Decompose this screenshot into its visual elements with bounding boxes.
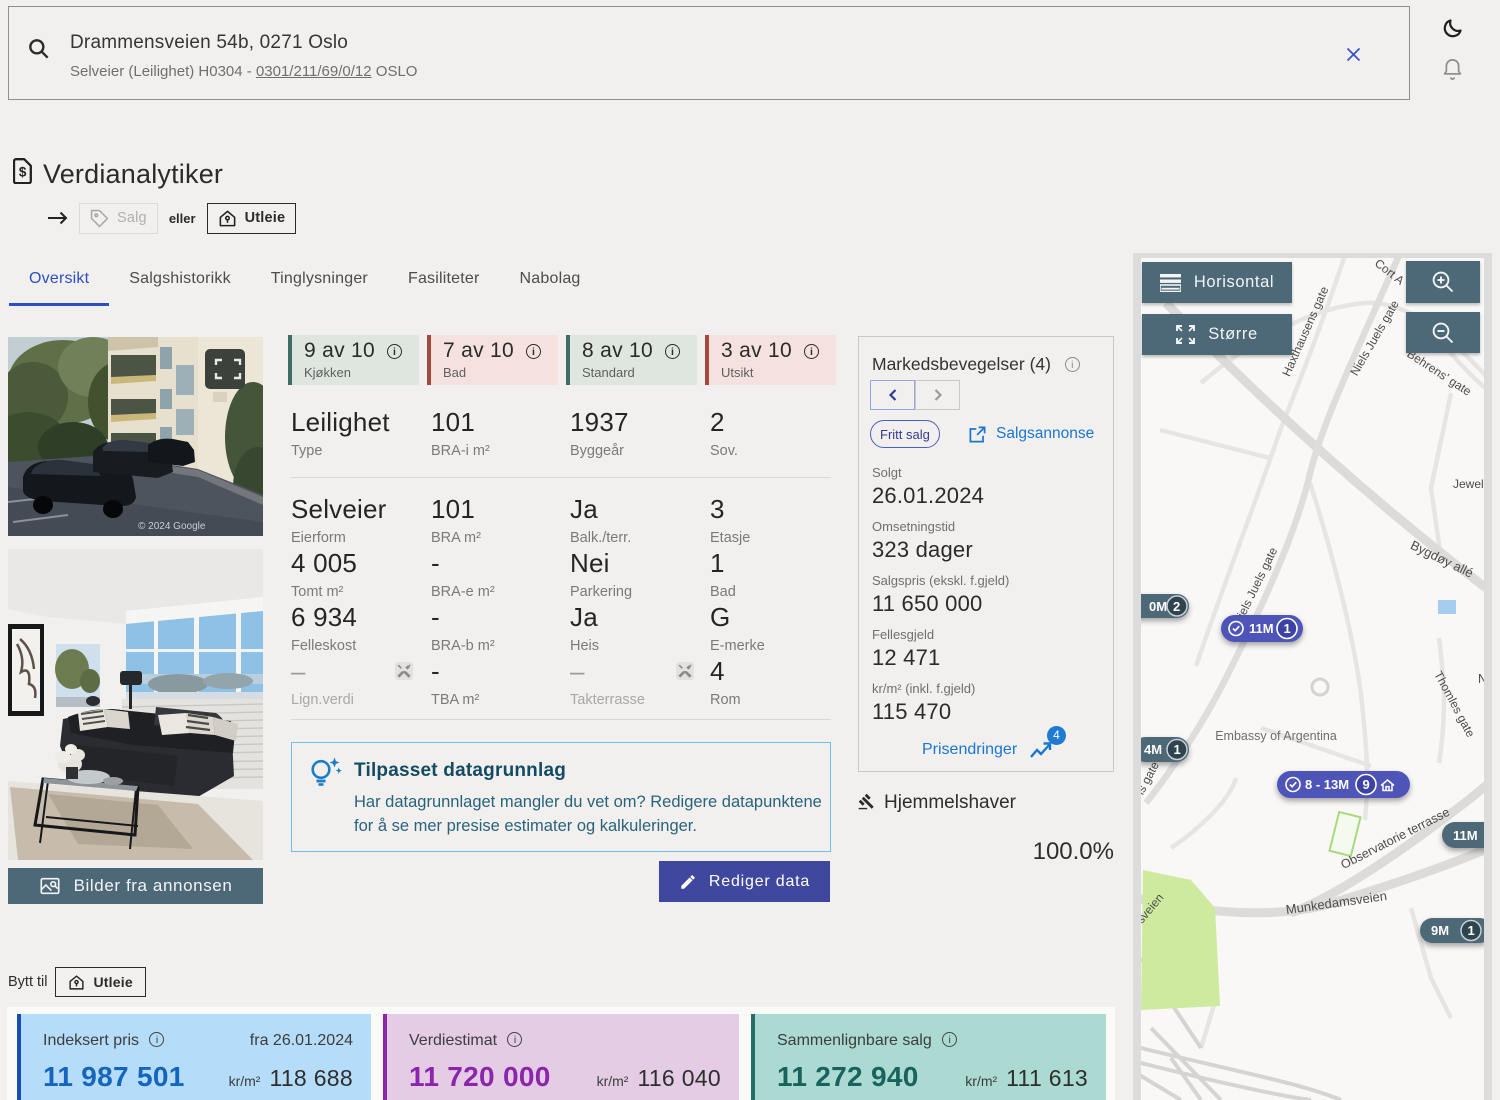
- svg-text:1: 1: [1174, 742, 1181, 757]
- svg-text:$: $: [19, 165, 27, 180]
- svg-text:11M: 11M: [1453, 828, 1478, 843]
- svg-text:9: 9: [1363, 777, 1370, 792]
- svg-text:Embassy of Argentina: Embassy of Argentina: [1215, 729, 1337, 743]
- svg-text:4M: 4M: [1144, 742, 1162, 757]
- svg-text:9M: 9M: [1431, 923, 1449, 938]
- svg-text:2: 2: [1173, 599, 1180, 614]
- svg-text:Jewel of: Jewel of: [1453, 477, 1484, 491]
- svg-text:1: 1: [1468, 923, 1475, 938]
- svg-text:8 - 13M: 8 - 13M: [1305, 777, 1349, 792]
- svg-text:© 2024 Google: © 2024 Google: [138, 521, 206, 532]
- svg-text:N: N: [1478, 672, 1484, 686]
- svg-text:11M: 11M: [1249, 621, 1274, 636]
- svg-text:0M: 0M: [1149, 599, 1167, 614]
- svg-text:1: 1: [1284, 621, 1291, 636]
